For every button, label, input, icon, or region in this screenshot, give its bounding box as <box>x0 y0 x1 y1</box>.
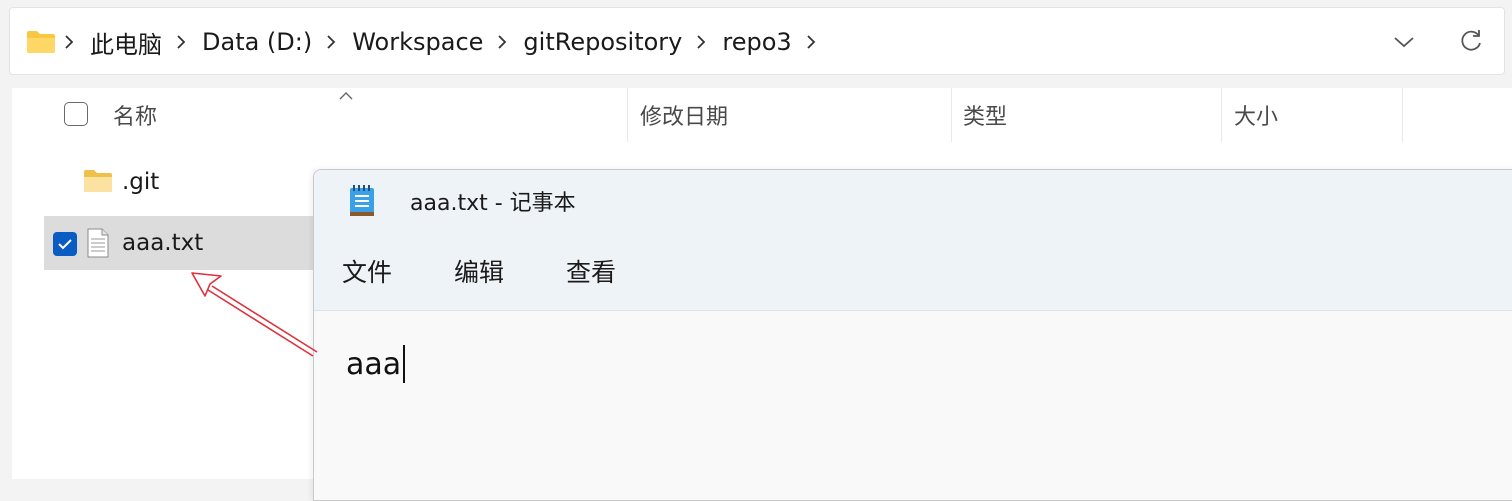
notepad-window[interactable]: aaa.txt - 记事本 文件 编辑 查看 aaa <box>313 169 1512 501</box>
sort-ascending-icon <box>336 86 356 100</box>
breadcrumb-item-repo3[interactable]: repo3 <box>722 28 791 56</box>
column-header-modified[interactable]: 修改日期 <box>640 88 728 142</box>
refresh-icon[interactable] <box>1456 26 1486 56</box>
column-divider[interactable] <box>1221 88 1222 142</box>
column-header-type[interactable]: 类型 <box>963 88 1007 142</box>
file-name: .git <box>122 169 160 195</box>
file-name: aaa.txt <box>122 230 204 256</box>
checkmark-icon <box>58 239 72 250</box>
window-title: aaa.txt - 记事本 <box>410 191 576 216</box>
text-file-icon <box>87 228 109 262</box>
text-editor-area[interactable]: aaa <box>314 311 1512 500</box>
folder-icon <box>26 30 56 58</box>
address-bar[interactable]: 此电脑 Data (D:) Workspace gitRepository re… <box>9 7 1505 75</box>
editor-content: aaa <box>346 346 402 382</box>
chevron-right-icon[interactable] <box>326 30 338 54</box>
breadcrumb-item-drive-d[interactable]: Data (D:) <box>202 28 312 56</box>
row-checkbox-checked[interactable] <box>53 232 77 256</box>
chevron-right-icon[interactable] <box>696 30 708 54</box>
chevron-right-icon[interactable] <box>806 30 818 54</box>
notepad-title-bar[interactable]: aaa.txt - 记事本 <box>314 170 1512 232</box>
column-divider[interactable] <box>627 88 628 142</box>
column-header-size[interactable]: 大小 <box>1234 88 1278 142</box>
select-all-checkbox[interactable] <box>64 102 88 126</box>
chevron-right-icon[interactable] <box>176 30 188 54</box>
column-divider[interactable] <box>1402 88 1403 142</box>
notepad-icon <box>348 184 376 222</box>
menu-item-view[interactable]: 查看 <box>566 232 616 310</box>
menu-item-file[interactable]: 文件 <box>342 232 392 310</box>
column-divider[interactable] <box>951 88 952 142</box>
file-row[interactable]: .git <box>44 155 334 209</box>
breadcrumb-item-gitrepository[interactable]: gitRepository <box>523 28 682 56</box>
folder-icon <box>83 169 113 197</box>
breadcrumb: 此电脑 Data (D:) Workspace gitRepository re… <box>64 8 832 76</box>
chevron-down-icon[interactable] <box>1390 28 1418 56</box>
navigation-pane-edge <box>0 88 12 479</box>
chevron-right-icon[interactable] <box>497 30 509 54</box>
chevron-right-icon[interactable] <box>64 30 76 54</box>
menu-bar: 文件 编辑 查看 <box>314 232 1512 311</box>
column-header-name[interactable]: 名称 <box>113 88 157 142</box>
breadcrumb-item-workspace[interactable]: Workspace <box>352 28 483 56</box>
file-row-selected[interactable]: aaa.txt <box>44 216 334 270</box>
text-caret <box>403 345 406 383</box>
menu-item-edit[interactable]: 编辑 <box>454 232 504 310</box>
breadcrumb-item-this-pc[interactable]: 此电脑 <box>90 25 162 60</box>
